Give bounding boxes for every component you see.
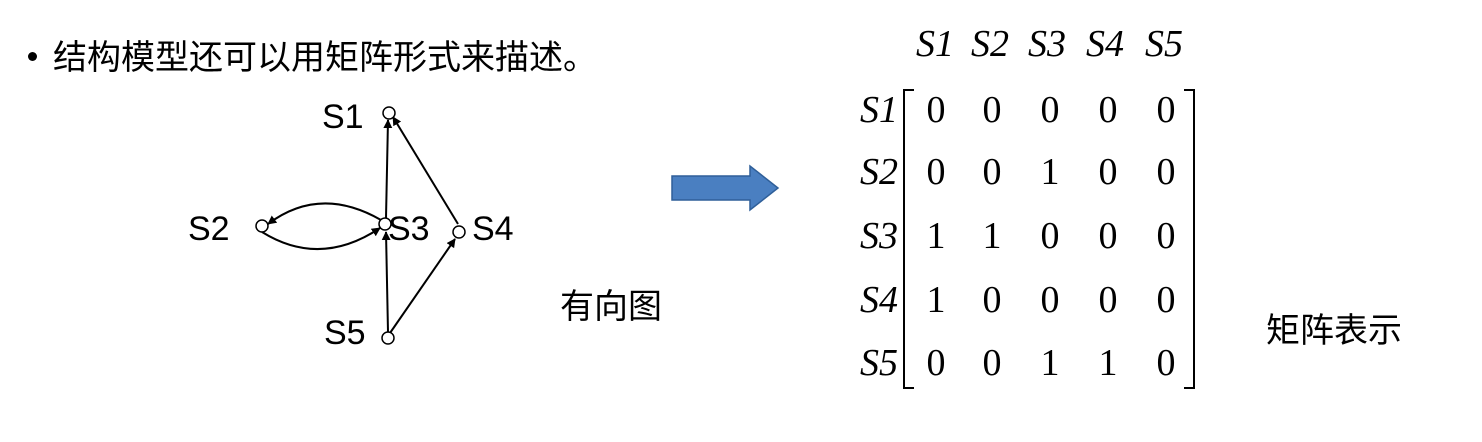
matrix-cell: 0 bbox=[1099, 279, 1118, 321]
node-s1 bbox=[382, 106, 396, 120]
matrix-cell: 0 bbox=[927, 89, 946, 131]
edge-s3-s1 bbox=[383, 119, 393, 219]
matrix-col-header: S2 bbox=[971, 23, 1009, 65]
matrix-cell: 0 bbox=[1157, 279, 1176, 321]
matrix-row-header: S2 bbox=[860, 151, 898, 193]
edge-s3-s2 bbox=[267, 202, 382, 225]
node-label-s2: S2 bbox=[188, 210, 230, 248]
matrix-row-header: S4 bbox=[860, 279, 898, 321]
graph-caption: 有向图 bbox=[560, 287, 662, 327]
edge-s5-s4 bbox=[389, 238, 456, 334]
matrix-col-header: S5 bbox=[1145, 23, 1183, 65]
matrix-row-header: S1 bbox=[860, 89, 898, 131]
matrix-caption: 矩阵表示 bbox=[1266, 311, 1402, 351]
matrix-cell: 0 bbox=[1041, 89, 1060, 131]
matrix-col-header: S3 bbox=[1028, 23, 1066, 65]
matrix-right-bracket bbox=[1184, 89, 1195, 389]
matrix-cell: 1 bbox=[1099, 342, 1118, 384]
matrix-cell: 0 bbox=[983, 89, 1002, 131]
edge-s4-s1 bbox=[392, 116, 459, 225]
adjacency-matrix: S1 S2 S3 S4 S5S1S2S3S4S50 0 0 0 00 0 1 0 01 1 0 0 01 0 0 0 0… bbox=[860, 23, 1195, 389]
node-s2 bbox=[255, 219, 269, 233]
matrix-cell: 0 bbox=[1099, 151, 1118, 193]
matrix-row-header: S3 bbox=[860, 215, 898, 257]
node-label-s5: S5 bbox=[324, 314, 366, 352]
matrix-cell: 0 bbox=[983, 279, 1002, 321]
directed-graph: S1 S2 S3 S4 S5 有向图 bbox=[188, 98, 662, 352]
matrix-cell: 1 bbox=[1041, 151, 1060, 193]
node-label-s3: S3 bbox=[388, 210, 430, 248]
diagram-canvas: S1 S2 S3 S4 S5 有向图 S1 S2 S3 S4 S5 S1 S2 S3 S4 S5 0… bbox=[188, 23, 1402, 389]
matrix-cell: 0 bbox=[1157, 89, 1176, 131]
right-arrow-icon bbox=[671, 164, 780, 212]
matrix-left-bracket bbox=[903, 89, 914, 389]
node-label-s1: S1 bbox=[322, 98, 364, 136]
matrix-cell: 0 bbox=[1099, 89, 1118, 131]
matrix-cell: 1 bbox=[983, 215, 1002, 257]
node-s5 bbox=[381, 331, 395, 345]
matrix-cell: 0 bbox=[1157, 151, 1176, 193]
matrix-cell: 0 bbox=[1157, 342, 1176, 384]
matrix-cell: 0 bbox=[983, 342, 1002, 384]
matrix-col-header: S4 bbox=[1086, 23, 1124, 65]
node-s4 bbox=[452, 225, 466, 239]
matrix-row-header: S5 bbox=[860, 342, 898, 384]
matrix-cell: 0 bbox=[1041, 279, 1060, 321]
matrix-cell: 0 bbox=[983, 151, 1002, 193]
matrix-cell: 1 bbox=[927, 279, 946, 321]
edge-s2-s3 bbox=[261, 227, 381, 250]
matrix-cell: 0 bbox=[1041, 215, 1060, 257]
matrix-cell: 0 bbox=[927, 342, 946, 384]
matrix-cell: 0 bbox=[927, 151, 946, 193]
matrix-cell: 0 bbox=[1099, 215, 1118, 257]
matrix-cell: 0 bbox=[1157, 215, 1176, 257]
matrix-col-header: S1 bbox=[916, 23, 954, 65]
node-label-s4: S4 bbox=[472, 210, 514, 248]
matrix-cell: 1 bbox=[927, 215, 946, 257]
matrix-cell: 1 bbox=[1041, 342, 1060, 384]
